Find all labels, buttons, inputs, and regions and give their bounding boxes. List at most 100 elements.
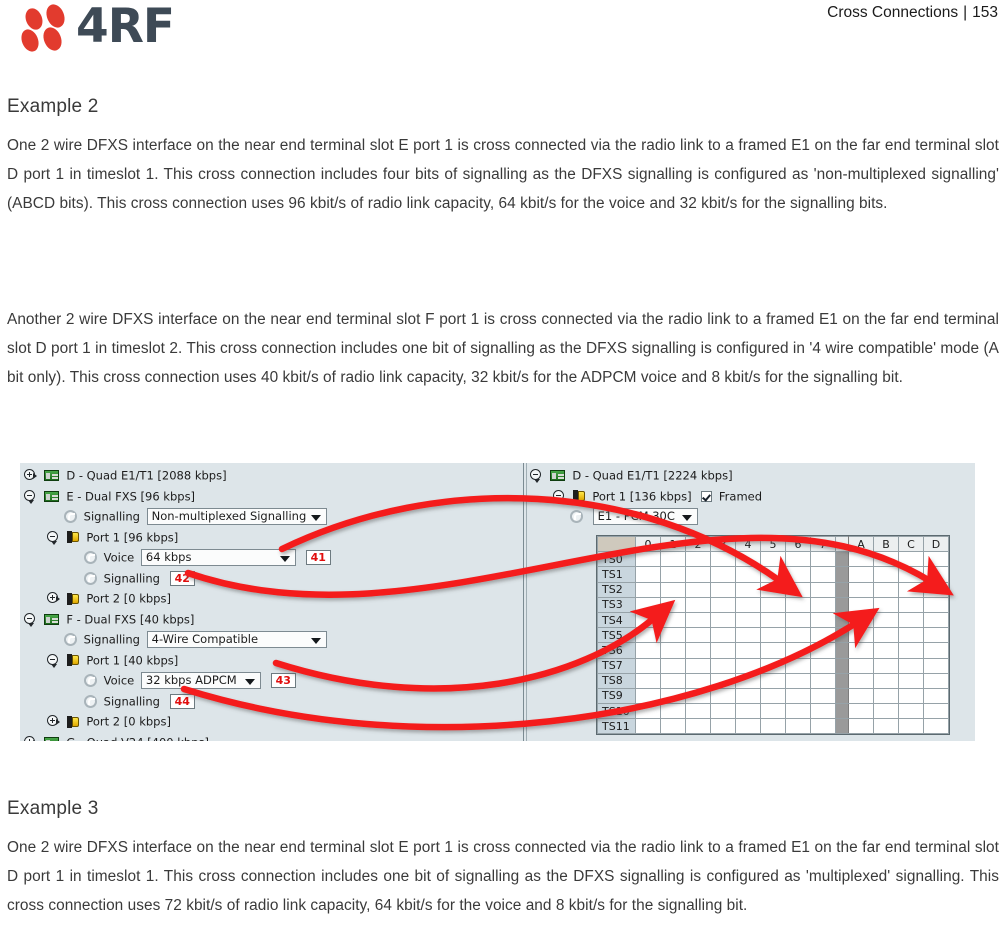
timeslot-cell[interactable] <box>810 703 836 720</box>
timeslot-cell[interactable] <box>848 551 874 568</box>
timeslot-cell[interactable] <box>848 566 874 583</box>
timeslot-cell[interactable] <box>898 596 924 613</box>
timeslot-cell[interactable] <box>660 581 686 598</box>
timeslot-cell[interactable] <box>873 642 899 659</box>
timeslot-cell[interactable] <box>760 687 786 705</box>
timeslot-cell[interactable] <box>898 718 924 735</box>
chevron-down-icon[interactable] <box>244 679 255 685</box>
timeslot-cell[interactable] <box>923 657 949 674</box>
timeslot-cell[interactable] <box>635 642 661 659</box>
timeslot-cell[interactable] <box>710 672 736 689</box>
tree-row-slot-f-port-1[interactable]: Port 1 [40 kbps] <box>24 650 519 671</box>
timeslot-cell[interactable] <box>923 687 949 705</box>
timeslot-cell[interactable] <box>848 718 874 735</box>
timeslot-cell[interactable] <box>923 611 949 629</box>
tree-row-slot-f[interactable]: F - Dual FXS [40 kbps] <box>24 609 519 630</box>
expand-icon[interactable] <box>24 469 37 482</box>
timeslot-cell[interactable] <box>635 672 661 689</box>
timeslot-cell[interactable] <box>660 551 686 568</box>
collapse-icon[interactable] <box>47 530 60 545</box>
timeslot-cell[interactable] <box>710 551 736 568</box>
timeslot-cell[interactable] <box>710 703 736 720</box>
timeslot-cell[interactable] <box>735 627 761 644</box>
timeslot-cell[interactable] <box>760 596 786 613</box>
timeslot-cell[interactable] <box>923 642 949 659</box>
timeslot-cell[interactable] <box>898 703 924 720</box>
timeslot-cell[interactable] <box>660 657 686 674</box>
tree-row-slot-d[interactable]: D - Quad E1/T1 [2088 kbps] <box>24 465 519 486</box>
timeslot-cell[interactable] <box>710 642 736 659</box>
tree-row-slot-e-port-1-voice[interactable]: Voice 64 kbps 41 <box>24 547 519 568</box>
timeslot-cell[interactable] <box>898 627 924 644</box>
timeslot-cell[interactable] <box>873 596 899 613</box>
timeslot-cell[interactable] <box>810 642 836 659</box>
timeslot-cell[interactable] <box>848 596 874 613</box>
timeslot-cell[interactable] <box>810 687 836 705</box>
timeslot-cell[interactable] <box>785 596 811 613</box>
timeslot-cell[interactable]: 41 <box>810 566 836 583</box>
timeslot-cell[interactable] <box>873 687 899 705</box>
timeslot-cell[interactable] <box>735 551 761 568</box>
tree-row-slot-f-port-2[interactable]: Port 2 [0 kbps] <box>24 711 519 732</box>
expand-icon[interactable] <box>47 592 60 605</box>
chevron-down-icon[interactable] <box>681 515 692 521</box>
timeslot-cell[interactable] <box>760 627 786 644</box>
timeslot-cell[interactable] <box>735 718 761 735</box>
timeslot-cell[interactable] <box>873 551 899 568</box>
timeslot-cell[interactable] <box>635 566 661 583</box>
timeslot-cell[interactable] <box>785 642 811 659</box>
tree-row-slot-e-port-2[interactable]: Port 2 [0 kbps] <box>24 588 519 609</box>
timeslot-cell[interactable] <box>685 672 711 689</box>
timeslot-cell[interactable] <box>898 642 924 659</box>
timeslot-cell[interactable] <box>810 718 836 735</box>
timeslot-cell[interactable] <box>660 672 686 689</box>
timeslot-cell[interactable] <box>873 703 899 720</box>
timeslot-cell[interactable]: 44 <box>848 581 874 598</box>
timeslot-cell[interactable] <box>923 551 949 568</box>
timeslot-cell[interactable] <box>735 687 761 705</box>
timeslot-cell[interactable] <box>923 627 949 644</box>
timeslot-cell[interactable] <box>660 611 686 629</box>
timeslot-cell[interactable] <box>710 627 736 644</box>
collapse-icon[interactable] <box>553 489 566 504</box>
timeslot-cell[interactable] <box>848 657 874 674</box>
timeslot-cell[interactable] <box>810 551 836 568</box>
timeslot-cell[interactable] <box>685 551 711 568</box>
timeslot-cell[interactable] <box>760 642 786 659</box>
timeslot-cell[interactable] <box>735 657 761 674</box>
timeslot-cell[interactable] <box>810 627 836 644</box>
timeslot-cell[interactable] <box>848 703 874 720</box>
timeslot-cell[interactable] <box>660 718 686 735</box>
timeslot-cell[interactable] <box>873 611 899 629</box>
timeslot-cell[interactable] <box>710 611 736 629</box>
timeslot-cell[interactable] <box>810 672 836 689</box>
timeslot-cell[interactable] <box>848 672 874 689</box>
timeslot-cell[interactable] <box>785 687 811 705</box>
tree-row-far-slot-d[interactable]: D - Quad E1/T1 [2224 kbps] <box>530 465 970 486</box>
timeslot-cell[interactable] <box>685 642 711 659</box>
timeslot-cell[interactable] <box>923 672 949 689</box>
timeslot-cell[interactable] <box>685 596 711 613</box>
timeslot-cell[interactable] <box>710 718 736 735</box>
tree-row-far-framing[interactable]: E1 - PCM 30C <box>530 506 970 527</box>
timeslot-cell[interactable] <box>635 611 661 629</box>
timeslot-cell[interactable] <box>660 566 686 583</box>
timeslot-cell[interactable] <box>660 627 686 644</box>
timeslot-cell[interactable] <box>785 551 811 568</box>
timeslot-cell[interactable] <box>710 566 736 583</box>
chevron-down-icon[interactable] <box>279 556 290 562</box>
timeslot-cell[interactable] <box>848 627 874 644</box>
framed-checkbox[interactable] <box>701 490 713 502</box>
timeslot-cell[interactable] <box>848 687 874 705</box>
timeslot-cell[interactable] <box>735 672 761 689</box>
timeslot-cell[interactable] <box>635 596 661 613</box>
timeslot-cell[interactable] <box>760 657 786 674</box>
timeslot-cell[interactable] <box>735 642 761 659</box>
collapse-icon[interactable] <box>47 653 60 668</box>
tree-row-slot-e-signalling[interactable]: Signalling Non-multiplexed Signalling <box>24 506 519 527</box>
timeslot-cell[interactable] <box>660 687 686 705</box>
timeslot-cell[interactable] <box>635 687 661 705</box>
timeslot-cell[interactable] <box>785 627 811 644</box>
timeslot-cell[interactable] <box>873 627 899 644</box>
timeslot-cell[interactable] <box>785 566 811 583</box>
